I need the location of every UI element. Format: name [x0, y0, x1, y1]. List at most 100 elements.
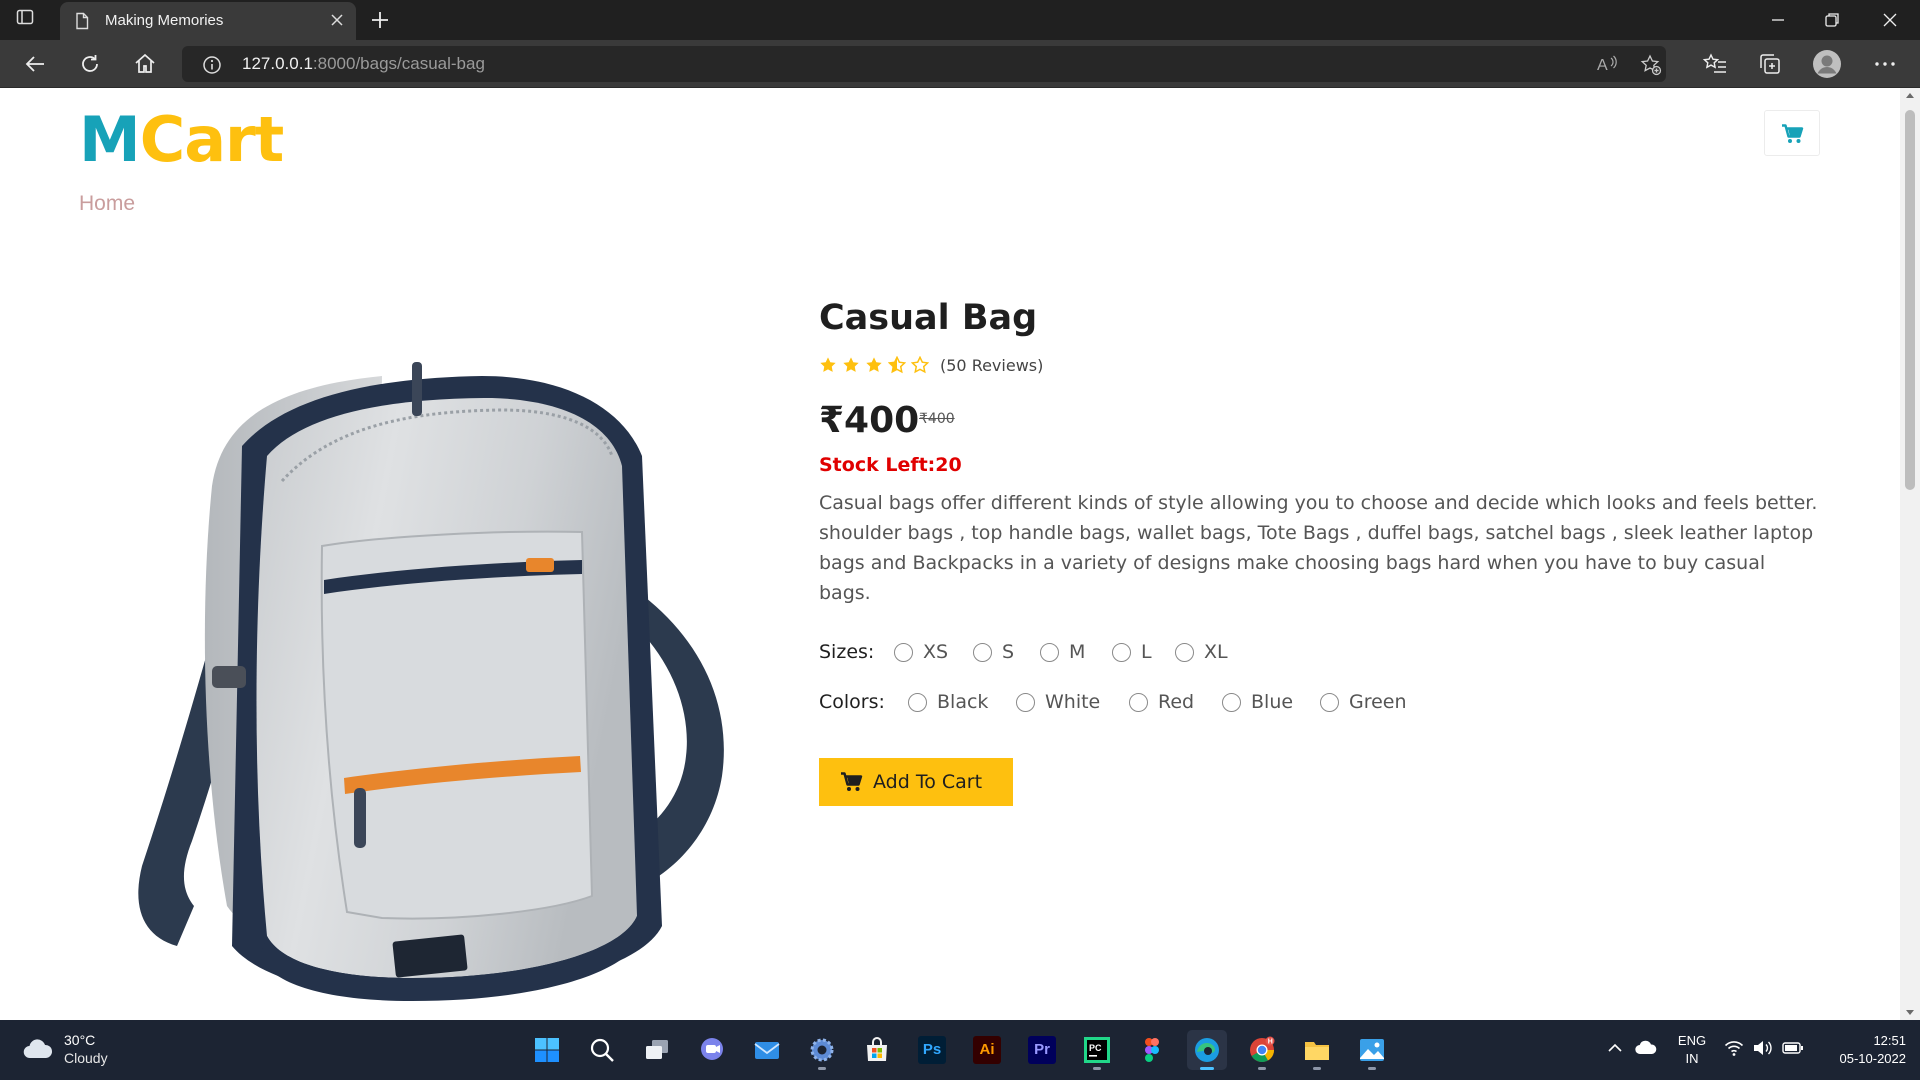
scroll-up-arrow-icon[interactable] [1906, 93, 1914, 98]
header-cart-button[interactable] [1764, 110, 1820, 156]
clock-time: 12:51 [1873, 1033, 1906, 1048]
file-explorer-app[interactable] [1297, 1030, 1337, 1070]
file-explorer-icon [1305, 1042, 1329, 1060]
onedrive-cloud-icon[interactable] [1634, 1038, 1658, 1062]
radio-button[interactable] [1129, 693, 1148, 712]
reviews-count[interactable]: (50 Reviews) [940, 356, 1043, 375]
logo-text-cart: Cart [139, 103, 285, 176]
browser-toolbar: 127.0.0.1:8000/bags/casual-bag A [0, 40, 1920, 88]
store-icon [867, 1037, 887, 1061]
close-tab-icon[interactable] [328, 11, 346, 33]
product-description: Casual bags offer different kinds of sty… [819, 492, 1818, 604]
weather-widget[interactable]: 30°C Cloudy [20, 1030, 130, 1072]
show-hidden-icons-chevron-icon[interactable] [1606, 1038, 1624, 1062]
reload-icon[interactable] [77, 51, 103, 81]
premiere-icon: Pr [1028, 1036, 1056, 1064]
svg-text:PC: PC [1089, 1043, 1102, 1053]
size-option-l[interactable]: L [1112, 641, 1157, 665]
restore-icon[interactable] [1822, 8, 1842, 36]
radio-button[interactable] [908, 693, 927, 712]
home-icon[interactable] [132, 51, 158, 81]
size-option-xl[interactable]: XL [1175, 641, 1235, 665]
language-indicator[interactable]: ENG IN [1672, 1032, 1712, 1068]
pycharm-app[interactable]: PC [1077, 1030, 1117, 1070]
add-favorite-icon[interactable] [1640, 54, 1662, 80]
illustrator-app[interactable]: Ai [967, 1030, 1007, 1070]
photoshop-app[interactable]: Ps [912, 1030, 952, 1070]
page-scrollbar[interactable] [1900, 88, 1920, 1020]
radio-button[interactable] [1016, 693, 1035, 712]
collections-icon[interactable] [1757, 51, 1783, 81]
settings-app[interactable] [802, 1030, 842, 1070]
size-option-s[interactable]: S [973, 641, 1023, 665]
new-tab-icon[interactable] [368, 8, 392, 36]
sizes-row: Sizes: XS S M L XL [819, 638, 1239, 668]
browser-tab[interactable]: Making Memories [60, 2, 356, 40]
photos-app[interactable] [1352, 1030, 1392, 1070]
wifi-icon[interactable] [1724, 1038, 1744, 1062]
radio-button[interactable] [973, 643, 992, 662]
edge-app[interactable] [1187, 1030, 1227, 1070]
browser-tab-bar: Making Memories [0, 0, 1920, 40]
address-bar[interactable]: 127.0.0.1:8000/bags/casual-bag A [182, 46, 1666, 82]
color-option-red[interactable]: Red [1129, 691, 1204, 715]
settings-icon [810, 1038, 834, 1062]
url-path: :8000/bags/casual-bag [312, 54, 485, 73]
stock-left: Stock Left:20 [819, 454, 962, 476]
battery-icon[interactable] [1782, 1038, 1804, 1062]
radio-button[interactable] [1175, 643, 1194, 662]
pycharm-icon: PC [1084, 1037, 1110, 1063]
radio-button[interactable] [1040, 643, 1059, 662]
mail-icon [754, 1042, 780, 1059]
teams-chat[interactable] [692, 1030, 732, 1070]
premiere-app[interactable]: Pr [1022, 1030, 1062, 1070]
volume-icon[interactable] [1752, 1038, 1772, 1062]
radio-button[interactable] [1320, 693, 1339, 712]
figma-app[interactable] [1132, 1030, 1172, 1070]
chrome-icon: H [1250, 1036, 1275, 1063]
read-aloud-icon[interactable]: A [1596, 54, 1618, 78]
star-half-icon [887, 355, 907, 378]
scroll-thumb[interactable] [1905, 110, 1915, 490]
close-window-icon[interactable] [1880, 8, 1900, 36]
logo-text-m: M [79, 103, 141, 176]
color-option-blue[interactable]: Blue [1222, 691, 1302, 715]
tab-actions-icon[interactable] [16, 8, 44, 32]
svg-text:A: A [1597, 57, 1608, 74]
windows-taskbar: 30°C Cloudy Ps Ai Pr PC H ENG IN 12:51 0… [0, 1020, 1920, 1080]
colors-row: Colors: Black White Red Blue Green [819, 688, 1419, 718]
star-full-icon [842, 356, 860, 378]
radio-button[interactable] [894, 643, 913, 662]
chrome-app[interactable]: H [1242, 1030, 1282, 1070]
store-app[interactable] [857, 1030, 897, 1070]
radio-button[interactable] [1112, 643, 1131, 662]
site-logo[interactable]: MCart [79, 109, 284, 171]
site-info-icon[interactable] [202, 55, 222, 79]
product-price: ₹400 [819, 400, 920, 441]
page-icon [74, 12, 90, 34]
size-option-xs[interactable]: XS [894, 641, 954, 665]
figma-icon [1145, 1038, 1159, 1062]
size-option-m[interactable]: M [1040, 641, 1095, 665]
url-host: 127.0.0.1 [242, 54, 313, 73]
running-indicator [1368, 1067, 1376, 1070]
breadcrumb-home-link[interactable]: Home [79, 192, 135, 216]
task-view-icon [646, 1040, 668, 1059]
profile-avatar-icon[interactable] [1812, 49, 1842, 83]
star-empty-icon [910, 355, 930, 378]
taskbar-search[interactable] [582, 1030, 622, 1070]
minimize-icon[interactable] [1768, 8, 1788, 36]
scroll-down-arrow-icon[interactable] [1906, 1010, 1914, 1015]
add-to-cart-button[interactable]: Add To Cart [819, 758, 1013, 806]
back-arrow-icon[interactable] [22, 51, 48, 81]
color-option-green[interactable]: Green [1320, 691, 1415, 715]
task-view[interactable] [637, 1030, 677, 1070]
system-clock[interactable]: 12:51 05-10-2022 [1810, 1032, 1907, 1068]
color-option-black[interactable]: Black [908, 691, 998, 715]
radio-button[interactable] [1222, 693, 1241, 712]
color-option-white[interactable]: White [1016, 691, 1111, 715]
more-options-icon[interactable] [1872, 51, 1898, 81]
start-button[interactable] [527, 1030, 567, 1070]
mail-app[interactable] [747, 1030, 787, 1070]
favorites-icon[interactable] [1702, 51, 1728, 81]
